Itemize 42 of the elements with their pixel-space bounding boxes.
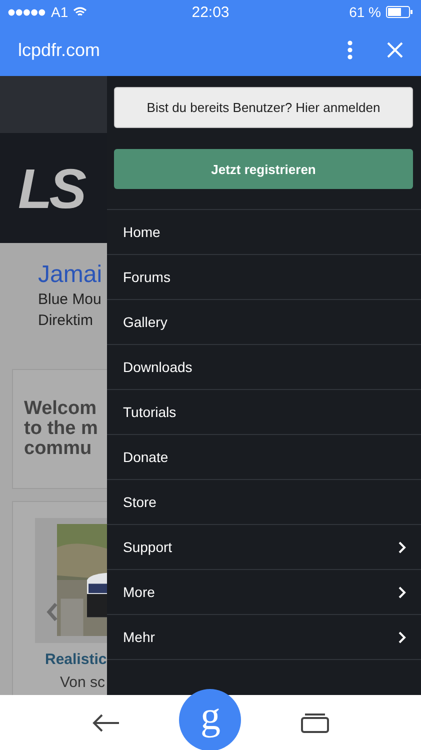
menu-item-label: Home <box>123 224 160 240</box>
battery-icon <box>386 6 413 18</box>
menu-item-label: Downloads <box>123 359 192 375</box>
google-button[interactable]: g <box>179 688 242 750</box>
welcome-text: commu <box>24 439 93 459</box>
menu-item[interactable]: Downloads <box>107 345 421 390</box>
menu-item-label: Support <box>123 539 172 555</box>
wifi-icon <box>73 7 88 17</box>
menu-item-label: Forums <box>123 269 170 285</box>
menu-item[interactable]: Tutorials <box>107 390 421 435</box>
register-button[interactable]: Jetzt registrieren <box>114 149 413 189</box>
welcome-text: to the m <box>24 419 99 439</box>
clock-time: 22:03 <box>192 4 230 20</box>
login-button[interactable]: Bist du bereits Benutzer? Hier anmelden <box>114 87 413 128</box>
battery-percent: 61 % <box>349 4 381 20</box>
menu-item[interactable]: More <box>107 570 421 615</box>
ad-text: Direktim <box>38 311 94 331</box>
menu-item[interactable]: Home <box>107 210 421 255</box>
site-title: lcpdfr.com <box>18 40 102 60</box>
chevron-right-icon <box>398 540 406 554</box>
menu-item-label: More <box>123 584 155 600</box>
menu-item-label: Store <box>123 494 156 510</box>
article-title[interactable]: Realistic <box>45 651 107 668</box>
welcome-text: Welcom <box>24 399 98 419</box>
menu-item-label: Donate <box>123 449 168 465</box>
carrier-name: A1 <box>51 4 68 20</box>
menu-item[interactable]: Mehr <box>107 615 421 660</box>
menu-item[interactable]: Donate <box>107 435 421 480</box>
menu-item-label: Mehr <box>123 629 155 645</box>
menu-item[interactable]: Support <box>107 525 421 570</box>
menu-item[interactable]: Gallery <box>107 300 421 345</box>
site-logo: LS <box>18 156 84 220</box>
menu-item-label: Tutorials <box>123 404 176 420</box>
signal-icon <box>8 8 46 16</box>
chevron-right-icon <box>398 630 406 644</box>
ad-text: Blue Mou <box>38 290 102 310</box>
chevron-left-icon[interactable] <box>46 602 58 622</box>
menu-item-label: Gallery <box>123 314 168 330</box>
menu-item[interactable]: Store <box>107 480 421 525</box>
chevron-right-icon <box>398 586 406 598</box>
menu-item[interactable]: Forums <box>107 255 421 300</box>
article-byline: Von sc <box>60 674 106 691</box>
